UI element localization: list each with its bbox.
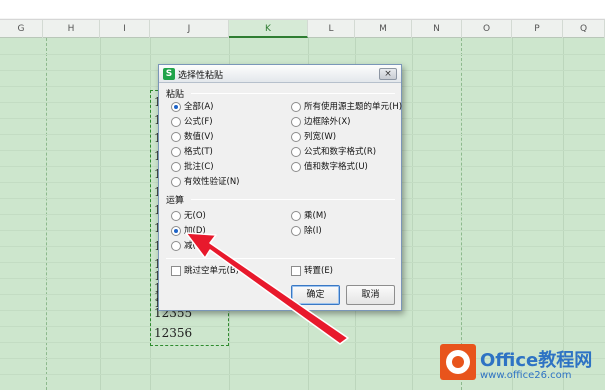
column-header-j[interactable]: J bbox=[150, 20, 229, 38]
radio-icon bbox=[291, 226, 301, 236]
checkbox-icon bbox=[171, 266, 181, 276]
watermark-name: Office教程网 bbox=[480, 350, 593, 371]
watermark: Office教程网 www.office26.com bbox=[440, 342, 605, 390]
radio-icon bbox=[171, 211, 181, 221]
paste-special-dialog: S 选择性粘贴 × 粘贴 全部(A) 公式(F) 数值(V) 格式(T) 批注(… bbox=[158, 64, 402, 311]
radio-icon bbox=[291, 211, 301, 221]
column-header-row: G H I J K L M N O P Q bbox=[0, 20, 605, 38]
watermark-url: www.office26.com bbox=[480, 370, 572, 381]
ok-button[interactable]: 确定 bbox=[291, 285, 340, 305]
radio-icon bbox=[291, 117, 301, 127]
column-header-l[interactable]: L bbox=[308, 20, 355, 38]
cell-value[interactable]: 12356 bbox=[154, 326, 192, 340]
radio-selected-icon bbox=[171, 226, 181, 236]
column-header-h[interactable]: H bbox=[43, 20, 100, 38]
radio-icon bbox=[171, 177, 181, 187]
radio-icon bbox=[171, 147, 181, 157]
cancel-button[interactable]: 取消 bbox=[346, 285, 395, 305]
radio-icon bbox=[291, 132, 301, 142]
dialog-titlebar[interactable]: S 选择性粘贴 × bbox=[159, 65, 401, 83]
radio-icon bbox=[171, 132, 181, 142]
column-header-o[interactable]: O bbox=[462, 20, 512, 38]
radio-icon bbox=[291, 102, 301, 112]
radio-selected-icon bbox=[171, 102, 181, 112]
formula-bar-area bbox=[0, 0, 605, 20]
close-button[interactable]: × bbox=[379, 68, 397, 80]
checkbox-icon bbox=[291, 266, 301, 276]
paste-section-label: 粘贴 bbox=[166, 90, 185, 100]
column-header-m[interactable]: M bbox=[355, 20, 412, 38]
office-logo-icon bbox=[440, 344, 476, 380]
column-header-k[interactable]: K bbox=[229, 20, 308, 38]
column-header-q[interactable]: Q bbox=[563, 20, 605, 38]
wps-logo-icon: S bbox=[163, 68, 175, 80]
column-header-n[interactable]: N bbox=[412, 20, 462, 38]
radio-icon bbox=[171, 241, 181, 251]
dialog-title: 选择性粘贴 bbox=[178, 71, 224, 81]
radio-icon bbox=[291, 147, 301, 157]
column-header-p[interactable]: P bbox=[512, 20, 563, 38]
column-header-g[interactable]: G bbox=[0, 20, 43, 38]
radio-icon bbox=[291, 162, 301, 172]
radio-icon bbox=[171, 117, 181, 127]
radio-icon bbox=[171, 162, 181, 172]
column-header-i[interactable]: I bbox=[100, 20, 150, 38]
operation-section-label: 运算 bbox=[166, 196, 185, 206]
